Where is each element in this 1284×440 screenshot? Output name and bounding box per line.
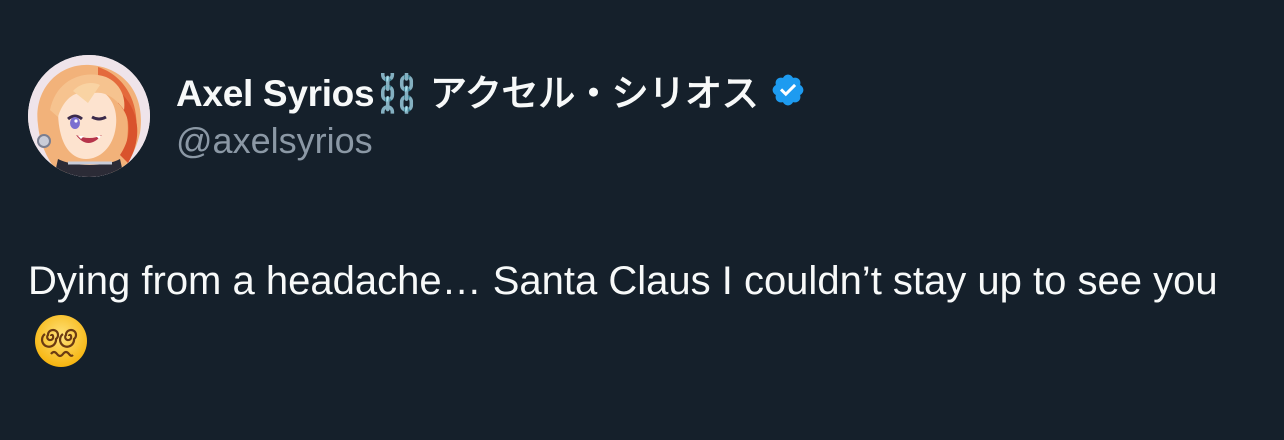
author-name-row[interactable]: Axel Syrios⛓️ アクセル・シリオス [176,66,806,114]
verified-badge-icon[interactable] [770,72,806,108]
tweet-text-content: Dying from a headache… Santa Claus I cou… [28,259,1218,303]
author-display-name[interactable]: Axel Syrios⛓️ アクセル・シリオス [176,63,759,117]
tweet-text: Dying from a headache… Santa Claus I cou… [28,250,1248,374]
anime-character-avatar-icon [28,55,150,177]
author-handle[interactable]: @axelsyrios [176,120,373,162]
tweet-card: Axel Syrios⛓️ アクセル・シリオス @axelsyrios Dyin… [0,0,1284,440]
avatar[interactable] [28,55,150,177]
face-with-spiral-eyes-emoji-icon [32,312,90,370]
